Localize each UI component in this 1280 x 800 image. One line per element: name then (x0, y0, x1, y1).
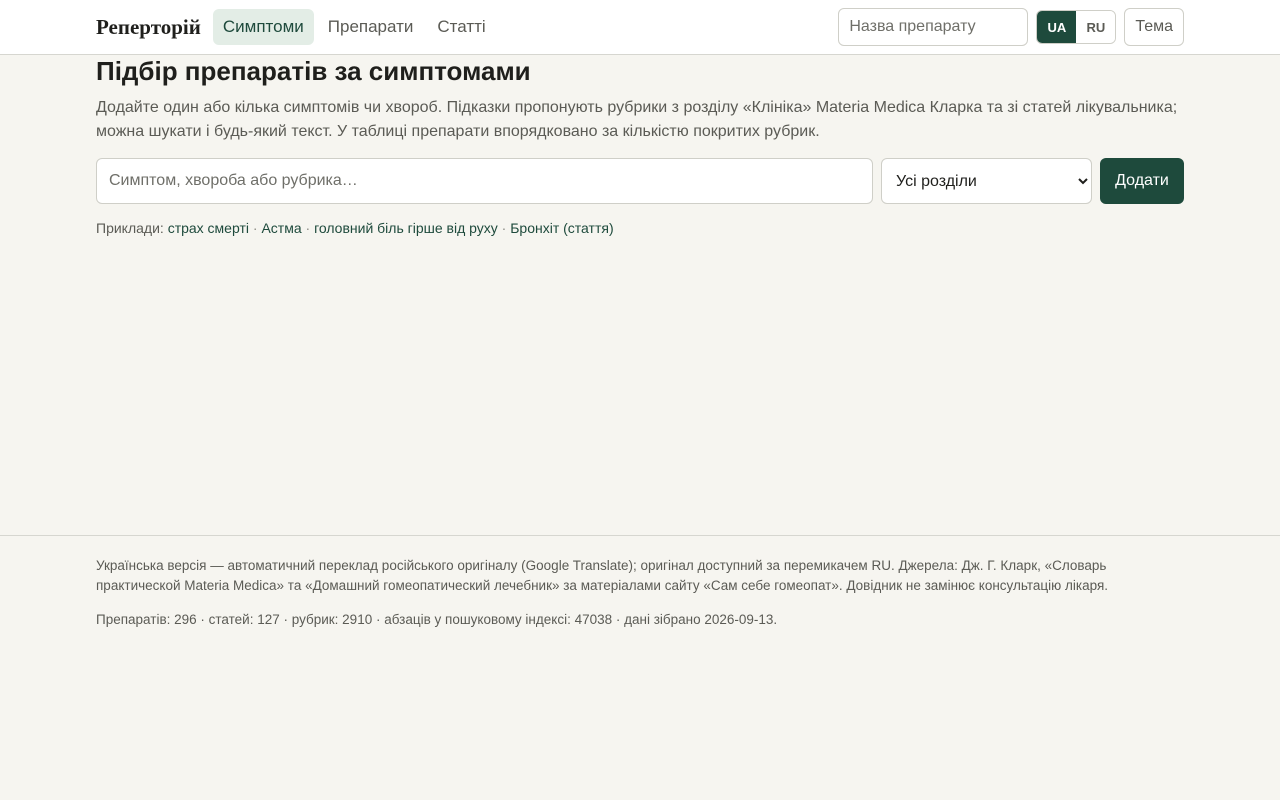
main-content: Підбір препаратів за симптомами Додайте … (96, 55, 1184, 535)
language-switch: UA RU (1036, 10, 1117, 44)
examples-label: Приклади: (96, 220, 168, 236)
page-title: Підбір препаратів за симптомами (96, 56, 531, 86)
example-link[interactable]: Бронхіт (стаття) (510, 220, 613, 236)
footer-inner: Українська версія — автоматичний перекла… (96, 536, 1184, 630)
example-separator: · (501, 220, 511, 236)
examples-row: Приклади: страх смерті · Астма · головни… (96, 220, 1184, 236)
footer-note: Українська версія — автоматичний перекла… (96, 558, 1109, 593)
brand-logo[interactable]: Реперторій (96, 15, 201, 40)
example-link[interactable]: Астма (261, 220, 301, 236)
symptom-add-row: Усі розділи Додати (96, 158, 1184, 204)
symptom-input[interactable] (96, 158, 873, 204)
lang-ru-button[interactable]: RU (1076, 11, 1116, 43)
lang-ua-button[interactable]: UA (1037, 11, 1077, 43)
theme-button[interactable]: Тема (1124, 8, 1184, 46)
nav-medicines[interactable]: Препарати (318, 9, 424, 45)
example-separator: · (305, 220, 315, 236)
nav-symptoms[interactable]: Симптоми (212, 9, 314, 45)
main-nav: Симптоми Препарати Статті (212, 9, 500, 45)
page-description: Додайте один або кілька симптомів чи хво… (96, 99, 1178, 140)
top-bar-inner: Реперторій Симптоми Препарати Статті UA … (96, 0, 1184, 54)
medicine-search-input[interactable] (838, 8, 1029, 46)
section-select[interactable]: Усі розділи (881, 158, 1092, 204)
nav-articles[interactable]: Статті (427, 9, 495, 45)
add-button[interactable]: Додати (1100, 158, 1184, 204)
example-link[interactable]: головний біль гірше від руху (314, 220, 498, 236)
footer-stats: Препаратів: 296 · статей: 127 · рубрик: … (96, 612, 778, 627)
top-bar: Реперторій Симптоми Препарати Статті UA … (0, 0, 1280, 55)
example-link[interactable]: страх смерті (168, 220, 249, 236)
footer: Українська версія — автоматичний перекла… (0, 535, 1280, 630)
